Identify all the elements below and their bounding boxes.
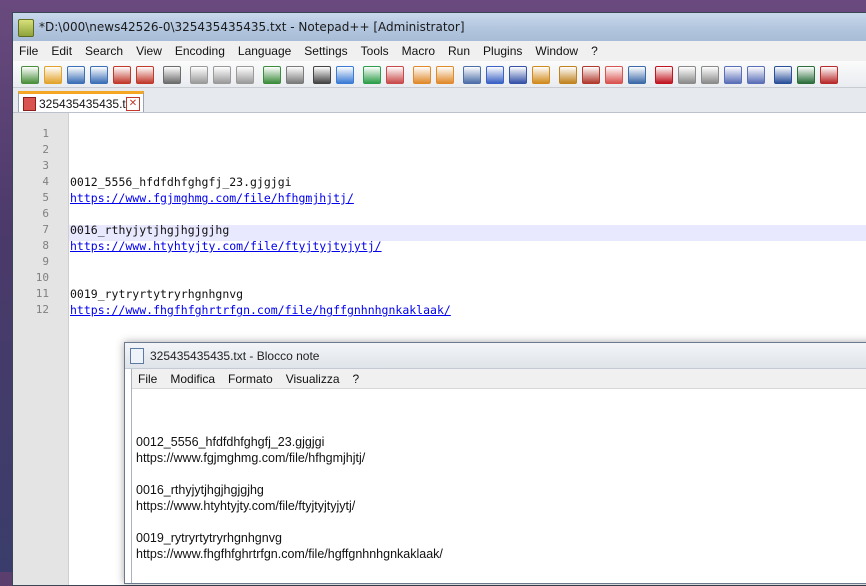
print-icon[interactable] (163, 66, 181, 84)
line-number: 9 (42, 255, 49, 268)
notepad-window: 325435435435.txt - Blocco note File Modif… (124, 342, 866, 584)
notepadpp-titlebar[interactable]: *D:\000\news42526-0\325435435435.txt - N… (13, 13, 866, 42)
menu-search[interactable]: Search (79, 41, 130, 59)
line-number: 10 (35, 271, 49, 284)
code-line-url: https://www.htyhtyjty.com/file/ftyjtyjty… (70, 239, 382, 253)
notepad-menu-help[interactable]: ? (347, 369, 367, 386)
notepad-text-line: https://www.fgjmghmg.com/file/hfhgmjhjtj… (136, 451, 366, 465)
menu-help[interactable]: ? (585, 41, 605, 59)
line-number: 5 (42, 191, 49, 204)
replace-icon[interactable] (336, 66, 354, 84)
stop-macro-icon[interactable] (678, 66, 696, 84)
save-icon[interactable] (67, 66, 85, 84)
zoom-in-icon[interactable] (363, 66, 381, 84)
notepad-menubar: File Modifica Formato Visualizza? (132, 369, 866, 389)
save-macro-icon[interactable] (747, 66, 765, 84)
udl-icon[interactable] (532, 66, 550, 84)
tab-bar: 325435435435.txt ✕ (13, 88, 866, 113)
notepad-menu-formato[interactable]: Formato (222, 369, 280, 386)
line-number: 4 (42, 175, 49, 188)
menu-run[interactable]: Run (442, 41, 477, 59)
code-line-url: https://www.fhgfhfghrtrfgn.com/file/hgff… (70, 303, 451, 317)
notepad-client: File Modifica Formato Visualizza? 0012_5556… (131, 369, 866, 583)
menu-window[interactable]: Window (529, 41, 585, 59)
show-all-chars-icon[interactable] (486, 66, 504, 84)
tab-325435435435[interactable]: 325435435435.txt ✕ (18, 91, 144, 112)
record-macro-icon[interactable] (655, 66, 673, 84)
notepad-text-line: https://www.htyhtyjty.com/file/ftyjtyjty… (136, 499, 356, 513)
notepad-text-line: https://www.fhgfhfghrtrfgn.com/file/hgff… (136, 547, 443, 561)
line-number: 12 (35, 303, 49, 316)
plugin-b-icon[interactable] (797, 66, 815, 84)
paste-icon[interactable] (236, 66, 254, 84)
notepadpp-app-icon (18, 19, 34, 37)
notepad-menu-file[interactable]: File (132, 369, 164, 386)
menu-tools[interactable]: Tools (355, 41, 396, 59)
menu-edit[interactable]: Edit (45, 41, 79, 59)
save-all-icon[interactable] (90, 66, 108, 84)
notepad-text-line: 0016_rthyjytjhgjhgjgjhg (136, 483, 264, 497)
line-number: 1 (42, 127, 49, 140)
cut-icon[interactable] (190, 66, 208, 84)
undo-icon[interactable] (263, 66, 281, 84)
doc-map-icon[interactable] (559, 66, 577, 84)
redo-icon[interactable] (286, 66, 304, 84)
unsaved-file-icon (23, 97, 36, 111)
menu-file[interactable]: File (13, 41, 45, 59)
code-line: 0012_5556_hfdfdhfghgfj_23.gjgjgi (70, 175, 292, 189)
notepad-menu-visualizza[interactable]: Visualizza (280, 369, 347, 386)
sync-h-icon[interactable] (436, 66, 454, 84)
notepad-window-title: 325435435435.txt - Blocco note (150, 349, 320, 363)
notepad-app-icon (130, 348, 144, 364)
line-number: 8 (42, 239, 49, 252)
word-wrap-icon[interactable] (463, 66, 481, 84)
window-title: *D:\000\news42526-0\325435435435.txt - N… (39, 20, 465, 34)
notepadpp-toolbar (13, 61, 866, 88)
folder-workspace-icon[interactable] (605, 66, 623, 84)
function-list-icon[interactable] (582, 66, 600, 84)
indent-guide-icon[interactable] (509, 66, 527, 84)
line-number: 3 (42, 159, 49, 172)
notepad-text-line: 0019_rytryrtytryrhgnhgnvg (136, 531, 282, 545)
line-number: 2 (42, 143, 49, 156)
play-macro-icon[interactable] (701, 66, 719, 84)
tab-label: 325435435435.txt (39, 97, 136, 111)
open-file-icon[interactable] (44, 66, 62, 84)
notepad-menu-modifica[interactable]: Modifica (164, 369, 222, 386)
line-number: 6 (42, 207, 49, 220)
sync-v-icon[interactable] (413, 66, 431, 84)
code-line-url: https://www.fgjmghmg.com/file/hfhgmjhjtj… (70, 191, 354, 205)
code-line: 0019_rytryrtytryrhgnhgnvg (70, 287, 244, 301)
run-macro-multiple-icon[interactable] (724, 66, 742, 84)
menu-settings[interactable]: Settings (298, 41, 354, 59)
code-line: 0016_rthyjytjhgjhgjgjhg (70, 223, 230, 237)
menu-macro[interactable]: Macro (396, 41, 442, 59)
copy-icon[interactable] (213, 66, 231, 84)
menu-language[interactable]: Language (232, 41, 298, 59)
line-number: 11 (35, 287, 49, 300)
zoom-out-icon[interactable] (386, 66, 404, 84)
monitor-icon[interactable] (628, 66, 646, 84)
plugin-a-icon[interactable] (774, 66, 792, 84)
tab-close-icon[interactable]: ✕ (126, 97, 140, 111)
menu-encoding[interactable]: Encoding (169, 41, 232, 59)
new-file-icon[interactable] (21, 66, 39, 84)
notepad-text-line: 0012_5556_hfdfdhfghgfj_23.gjgjgi (136, 435, 325, 449)
menu-view[interactable]: View (130, 41, 169, 59)
plugin-c-icon[interactable] (820, 66, 838, 84)
notepadpp-menubar: File Edit Search View Encoding Language Settin… (13, 41, 866, 62)
close-icon[interactable] (113, 66, 131, 84)
notepad-titlebar[interactable]: 325435435435.txt - Blocco note (125, 343, 866, 369)
line-number: 7 (42, 223, 49, 236)
find-icon[interactable] (313, 66, 331, 84)
close-all-icon[interactable] (136, 66, 154, 84)
menu-plugins[interactable]: Plugins (477, 41, 529, 59)
